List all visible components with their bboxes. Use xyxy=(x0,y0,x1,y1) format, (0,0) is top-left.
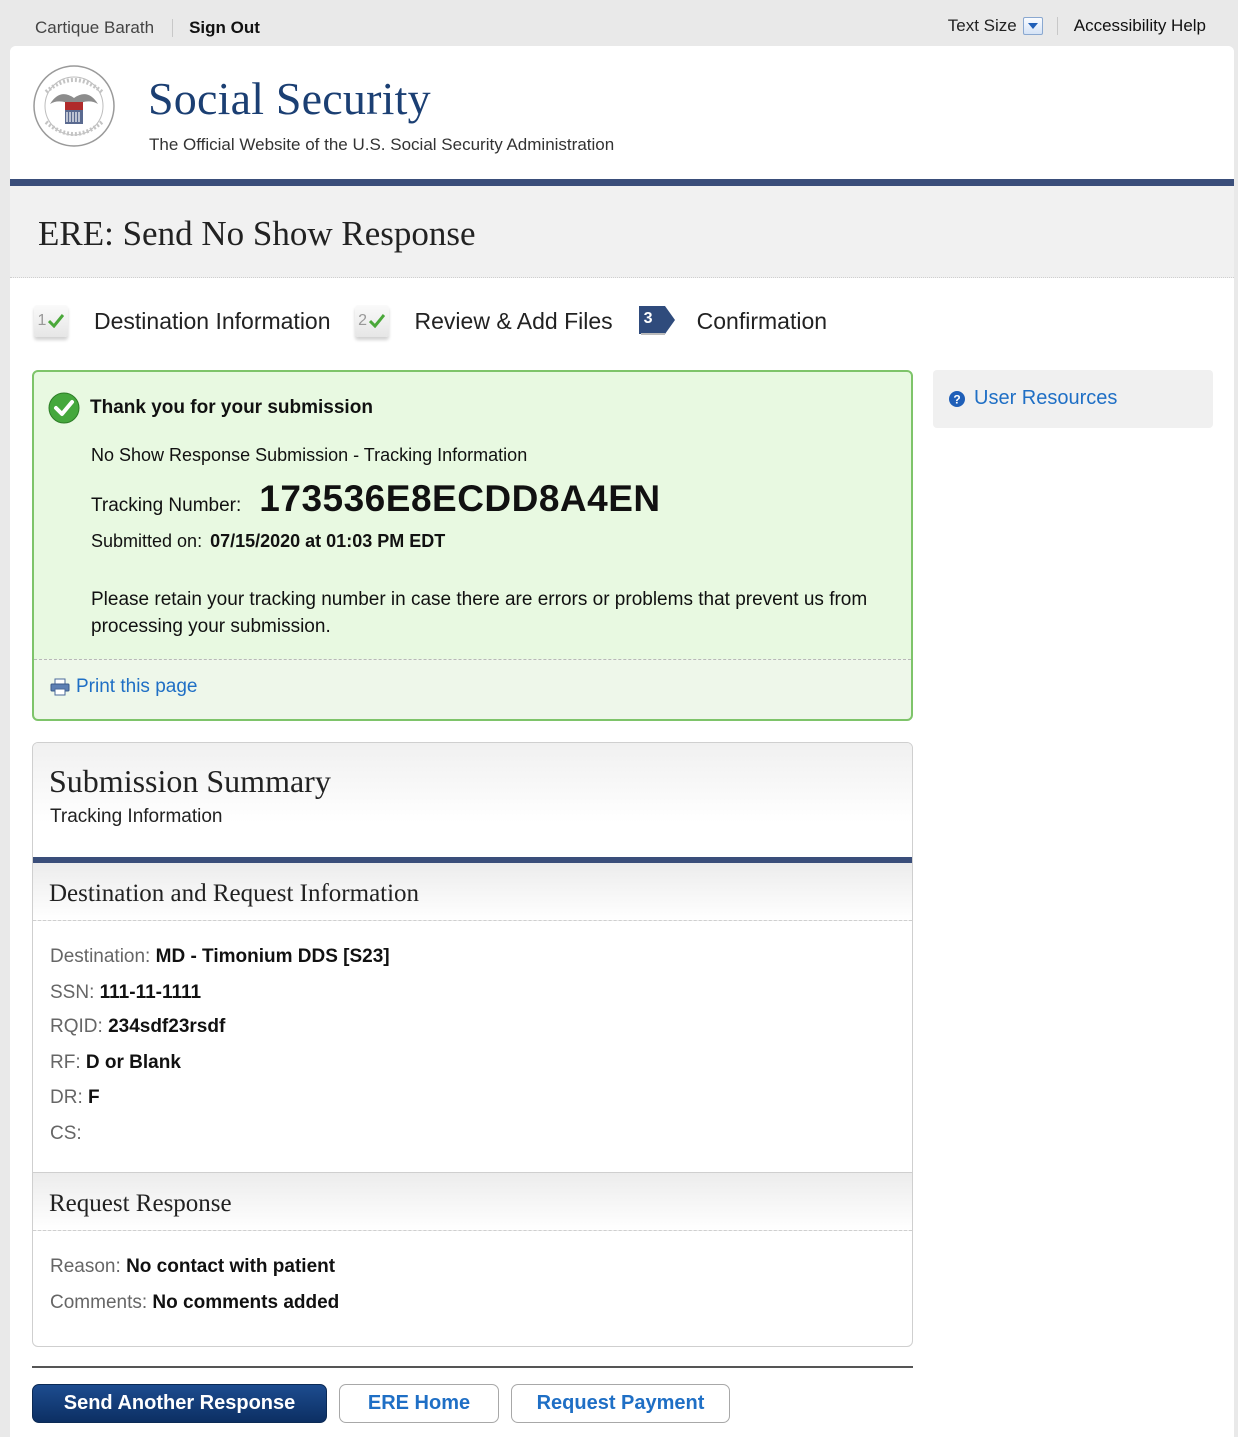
response-section-body: Reason: No contact with patient Comments… xyxy=(33,1231,912,1346)
checkmark-icon xyxy=(368,314,385,328)
page-title: ERE: Send No Show Response xyxy=(38,214,476,253)
tracking-heading: No Show Response Submission - Tracking I… xyxy=(91,445,528,465)
field-value: F xyxy=(88,1087,100,1108)
utility-right: Text Size Accessibility Help xyxy=(948,16,1206,36)
field-value: 234sdf23rsdf xyxy=(108,1016,226,1037)
progress-steps: 1 Destination Information 2 Review & Add… xyxy=(34,304,851,338)
page-title-band: ERE: Send No Show Response xyxy=(10,186,1234,278)
summary-title: Submission Summary xyxy=(49,763,331,799)
field-label: RQID: xyxy=(50,1016,103,1037)
page-container: Social Security The Official Website of … xyxy=(10,46,1234,1437)
field-label: Comments: xyxy=(50,1292,148,1313)
response-section-header: Request Response xyxy=(33,1173,912,1231)
step-label: Destination Information xyxy=(94,307,331,334)
confirmation-title: Thank you for your submission xyxy=(90,397,373,418)
step-review: 2 Review & Add Files xyxy=(354,305,613,337)
confirmation-panel: Thank you for your submission No Show Re… xyxy=(32,370,913,721)
summary-header: Submission Summary Tracking Information xyxy=(33,743,912,857)
actions-rule xyxy=(32,1366,913,1368)
reason-field: Reason: No contact with patient xyxy=(50,1256,335,1278)
step-number: 1 xyxy=(37,312,47,329)
header-rule xyxy=(10,179,1234,186)
step-complete-badge: 2 xyxy=(354,305,389,337)
site-title[interactable]: Social Security xyxy=(148,72,431,125)
field-value: No contact with patient xyxy=(126,1256,336,1277)
ssa-seal-icon[interactable] xyxy=(32,64,116,148)
field-label: Reason: xyxy=(50,1256,121,1277)
svg-text:?: ? xyxy=(953,392,960,406)
printer-icon xyxy=(50,678,70,696)
rqid-field: RQID: 234sdf23rsdf xyxy=(50,1016,225,1038)
tracking-number-row: Tracking Number: 173536E8ECDD8A4EN xyxy=(91,478,661,520)
print-page-link[interactable]: Print this page xyxy=(50,676,197,698)
step-label: Confirmation xyxy=(696,307,828,334)
summary-subtitle: Tracking Information xyxy=(50,806,223,827)
accessibility-help-link[interactable]: Accessibility Help xyxy=(1074,16,1206,36)
destination-section-title: Destination and Request Information xyxy=(49,880,420,907)
destination-field: Destination: MD - Timonium DDS [S23] xyxy=(50,946,390,968)
divider xyxy=(1056,17,1058,35)
send-another-response-button[interactable]: Send Another Response xyxy=(32,1384,327,1423)
field-value: No comments added xyxy=(152,1292,340,1313)
field-value: MD - Timonium DDS [S23] xyxy=(155,946,390,967)
submitted-value: 07/15/2020 at 01:03 PM EDT xyxy=(210,531,446,551)
user-name: Cartique Barath xyxy=(35,18,155,37)
divider xyxy=(172,19,174,37)
field-label: RF: xyxy=(50,1052,81,1073)
step-current-badge: 3 xyxy=(637,304,677,338)
submitted-row: Submitted on: 07/15/2020 at 01:03 PM EDT xyxy=(91,531,445,552)
step-label: Review & Add Files xyxy=(414,307,613,334)
help-icon: ? xyxy=(949,390,965,407)
step-number: 2 xyxy=(358,312,367,329)
sign-out-link[interactable]: Sign Out xyxy=(189,18,260,38)
success-check-icon xyxy=(48,392,80,424)
comments-field: Comments: No comments added xyxy=(50,1292,339,1314)
print-page-label: Print this page xyxy=(76,676,198,697)
cs-field: CS: xyxy=(50,1123,82,1145)
field-label: SSN: xyxy=(50,982,95,1003)
submitted-label: Submitted on: xyxy=(91,531,203,551)
confirmation-footer: Print this page xyxy=(34,659,911,719)
user-resources-link[interactable]: ? User Resources xyxy=(948,387,1117,410)
step-number: 3 xyxy=(643,310,653,327)
checkmark-icon xyxy=(48,314,65,328)
field-label: CS: xyxy=(50,1123,82,1144)
utility-left: Cartique Barath Sign Out xyxy=(35,18,260,38)
field-value: 111-11-1111 xyxy=(99,982,202,1003)
user-resources-panel: ? User Resources xyxy=(933,370,1213,428)
ssn-field: SSN: 111-11-1111 xyxy=(50,982,201,1004)
tracking-label: Tracking Number: xyxy=(91,495,242,516)
field-value: D or Blank xyxy=(85,1052,181,1073)
request-payment-button[interactable]: Request Payment xyxy=(511,1384,730,1423)
utility-bar: Cartique Barath Sign Out Text Size Acces… xyxy=(0,0,1238,46)
field-label: DR: xyxy=(50,1087,83,1108)
tracking-number: 173536E8ECDD8A4EN xyxy=(259,478,661,519)
response-section-title: Request Response xyxy=(49,1190,232,1217)
chevron-down-icon[interactable] xyxy=(1022,17,1043,35)
text-size-control[interactable]: Text Size xyxy=(948,16,1043,36)
submission-summary: Submission Summary Tracking Information … xyxy=(32,742,913,1347)
step-confirmation: 3 Confirmation xyxy=(637,304,827,338)
step-destination: 1 Destination Information xyxy=(34,305,331,337)
field-label: Destination: xyxy=(50,946,151,967)
dr-field: DR: F xyxy=(50,1087,100,1109)
site-subtitle: The Official Website of the U.S. Social … xyxy=(149,135,615,154)
confirmation-header: Thank you for your submission xyxy=(48,392,373,424)
destination-section-body: Destination: MD - Timonium DDS [S23] SSN… xyxy=(33,921,912,1173)
step-complete-badge: 1 xyxy=(34,305,68,337)
ere-home-button[interactable]: ERE Home xyxy=(339,1384,499,1423)
retain-message: Please retain your tracking number in ca… xyxy=(91,589,868,637)
text-size-label: Text Size xyxy=(947,16,1017,35)
user-resources-label: User Resources xyxy=(974,387,1118,409)
site-header: Social Security The Official Website of … xyxy=(10,46,1234,179)
rf-field: RF: D or Blank xyxy=(50,1052,181,1074)
destination-section-header: Destination and Request Information xyxy=(33,863,912,921)
